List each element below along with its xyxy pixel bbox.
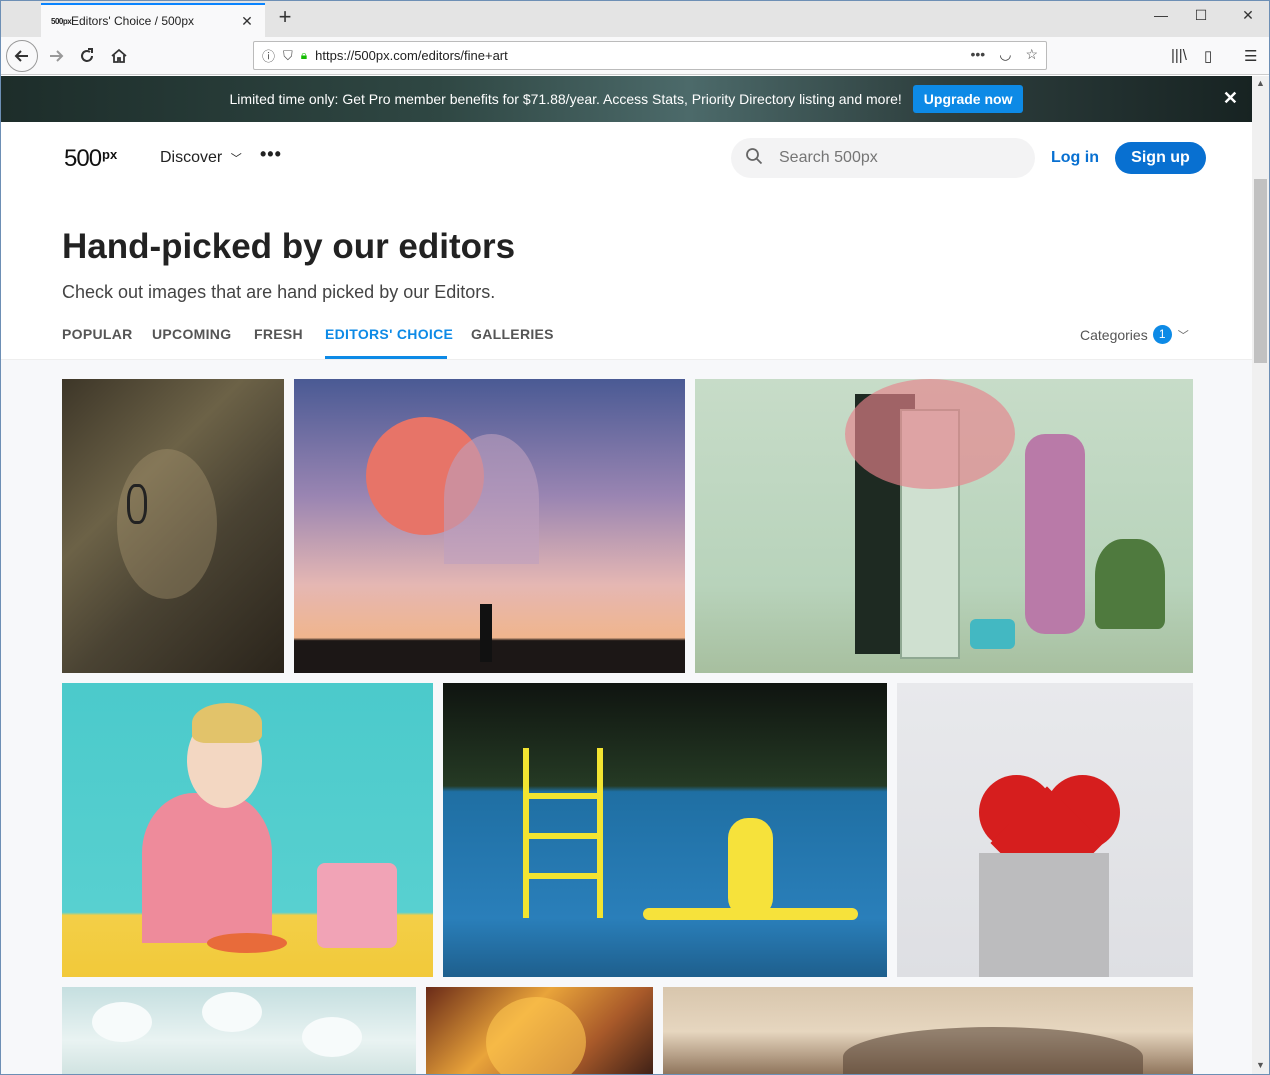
chevron-down-icon: ﹀	[1177, 329, 1189, 342]
tab-galleries[interactable]: GALLERIES	[471, 326, 554, 342]
browser-tab[interactable]: 500px Editors' Choice / 500px ✕	[41, 3, 265, 37]
info-icon[interactable]: ⓘ	[262, 46, 275, 65]
menu-icon[interactable]: ☰	[1244, 47, 1257, 65]
minimize-icon[interactable]: —	[1151, 7, 1171, 23]
page-title: Hand-picked by our editors	[62, 227, 516, 266]
scroll-down-icon[interactable]: ▼	[1256, 1060, 1265, 1070]
search-input[interactable]	[779, 149, 999, 167]
discover-label: Discover	[160, 149, 223, 166]
new-tab-icon[interactable]: +	[273, 6, 297, 30]
more-dots-icon[interactable]: •••	[971, 46, 986, 63]
tab-strip: 500px Editors' Choice / 500px ✕ + — ☐ ✕	[1, 1, 1269, 37]
navigation-toolbar: ⓘ ⛉ 🔒︎ https://500px.com/editors/fine+ar…	[1, 37, 1269, 75]
close-tab-icon[interactable]: ✕	[239, 13, 255, 30]
photo-woman-pink-bag-fish[interactable]	[62, 683, 433, 977]
upgrade-button[interactable]: Upgrade now	[912, 85, 1024, 113]
login-link[interactable]: Log in	[1051, 149, 1099, 167]
signup-button[interactable]: Sign up	[1115, 142, 1206, 174]
search-box[interactable]	[731, 138, 1035, 178]
search-icon	[745, 147, 765, 170]
discover-menu[interactable]: Discover ﹀	[160, 149, 242, 167]
url-text[interactable]: https://500px.com/editors/fine+art	[315, 48, 508, 63]
photo-man-pink-smoke[interactable]	[695, 379, 1193, 673]
browser-window: 500px Editors' Choice / 500px ✕ + — ☐ ✕ …	[0, 0, 1270, 1075]
photo-red-hats-heart[interactable]	[897, 683, 1193, 977]
scrollbar-thumb[interactable]	[1254, 179, 1267, 363]
active-tab-underline	[325, 356, 447, 359]
pocket-icon[interactable]: ◡	[999, 46, 1011, 63]
scroll-up-icon[interactable]: ▲	[1256, 78, 1265, 88]
photo-pool-ladder-yellow[interactable]	[443, 683, 887, 977]
tab-popular[interactable]: POPULAR	[62, 326, 133, 342]
window-close-icon[interactable]: ✕	[1238, 7, 1258, 24]
favicon-icon: 500px	[51, 16, 72, 26]
logo-text: 500	[64, 145, 102, 172]
categories-label: Categories	[1080, 326, 1148, 343]
categories-count-badge: 1	[1152, 325, 1172, 344]
site-header: 500px Discover ﹀ ••• Log in Sign up	[1, 122, 1252, 194]
page-scrollbar[interactable]: ▲ ▼	[1252, 76, 1269, 1074]
logo[interactable]: 500px	[64, 145, 118, 173]
photo-gallery	[1, 360, 1252, 1074]
promo-message: Limited time only: Get Pro member benefi…	[229, 91, 902, 107]
page-subtitle: Check out images that are hand picked by…	[62, 282, 496, 302]
sidebar-icon[interactable]: ▯	[1204, 47, 1212, 65]
tab-editors-choice[interactable]: EDITORS' CHOICE	[325, 326, 453, 342]
more-menu-icon[interactable]: •••	[260, 144, 282, 165]
section-tabs: POPULAR UPCOMING FRESH EDITORS' CHOICE G…	[1, 311, 1252, 360]
photo-woman-earring[interactable]	[62, 379, 284, 673]
tab-title: Editors' Choice / 500px	[71, 14, 195, 28]
tab-fresh[interactable]: FRESH	[254, 326, 303, 342]
maximize-icon[interactable]: ☐	[1191, 7, 1211, 24]
back-icon[interactable]	[6, 40, 38, 72]
promo-banner: Limited time only: Get Pro member benefi…	[1, 76, 1252, 122]
logo-sup: px	[102, 147, 118, 162]
chevron-down-icon: ﹀	[230, 153, 242, 165]
home-icon[interactable]	[104, 41, 134, 71]
library-icon[interactable]: |||\	[1171, 47, 1187, 64]
reload-icon[interactable]	[72, 41, 102, 71]
shield-icon[interactable]: ⛉	[283, 48, 293, 64]
photo-white-lilies[interactable]	[62, 987, 416, 1074]
forward-icon[interactable]	[41, 41, 71, 71]
star-icon[interactable]: ☆	[1025, 46, 1038, 63]
photo-ocean-wave[interactable]	[663, 987, 1193, 1074]
photo-painted-face[interactable]	[426, 987, 653, 1074]
categories-dropdown[interactable]: Categories 1 ﹀	[1080, 325, 1189, 344]
tab-upcoming[interactable]: UPCOMING	[152, 326, 231, 342]
lock-icon[interactable]: 🔒︎	[301, 48, 307, 63]
photo-taj-silhouette[interactable]	[294, 379, 685, 673]
address-bar[interactable]: ⓘ ⛉ 🔒︎ https://500px.com/editors/fine+ar…	[253, 41, 1047, 70]
close-banner-icon[interactable]: ✕	[1223, 88, 1238, 109]
